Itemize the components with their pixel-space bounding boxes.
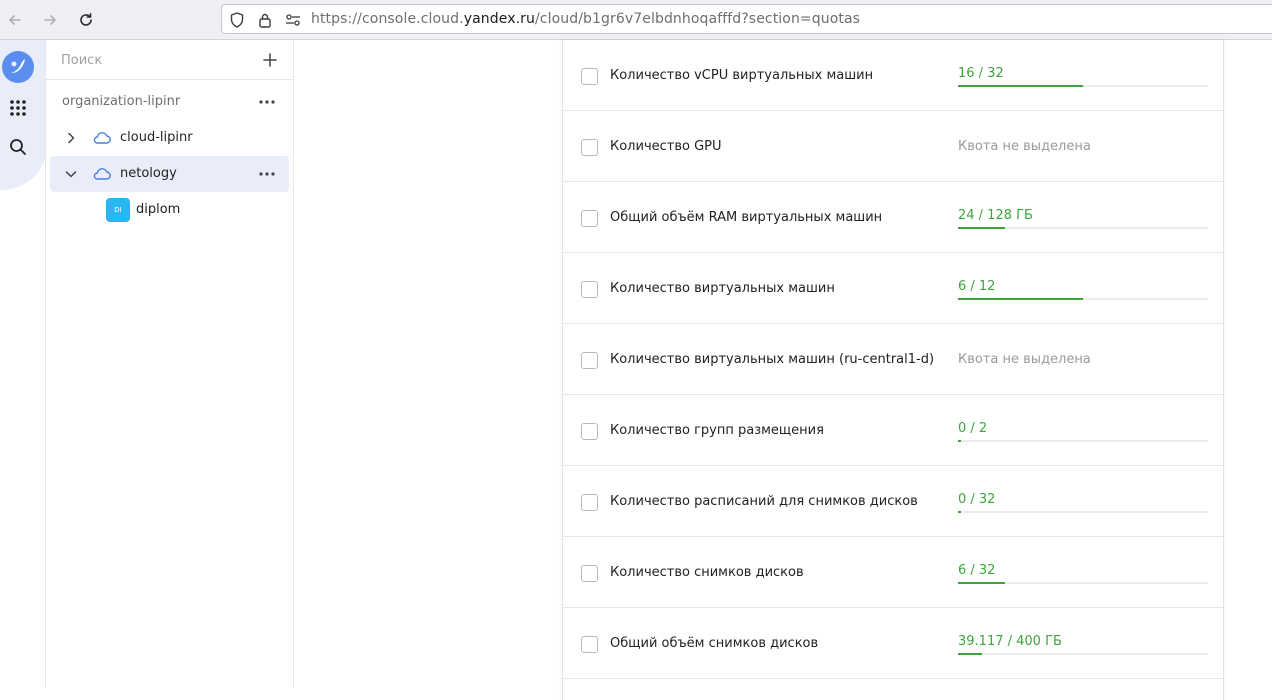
quota-checkbox[interactable] [581,281,598,298]
quota-checkbox[interactable] [581,423,598,440]
quota-row[interactable]: Количество виртуальных машин (ru-central… [563,324,1223,395]
quota-value: 39.117 / 400 ГБ [958,634,1062,649]
quota-name: Количество расписаний для снимков дисков [610,494,918,509]
quota-value: 6 / 32 [958,563,996,578]
quota-checkbox[interactable] [581,565,598,582]
quota-checkbox[interactable] [581,636,598,653]
permissions-icon[interactable] [284,11,302,29]
quota-row[interactable]: Количество расписаний для снимков дисков… [563,466,1223,537]
quota-row[interactable]: Общий объём снимков дисков 39.117 / 400 Г… [563,608,1223,679]
quota-name: Общий объём RAM виртуальных машин [610,210,883,225]
quota-name: Количество виртуальных машин (ru-central… [610,352,935,367]
quota-usage-fill [958,298,1083,300]
quota-checkbox[interactable] [581,494,598,511]
chevron-down-icon[interactable] [63,166,79,182]
quotas-table: Количество vCPU виртуальных машин 16 / 32… [562,40,1224,700]
tree-item-folder-diplom[interactable]: DI diplom [50,192,289,228]
tree-item-organization[interactable]: organization-lipinr [50,84,289,120]
cloud-label: cloud-lipinr [120,130,193,145]
quota-usage-bar [958,298,1208,300]
quota-value: 0 / 32 [958,492,996,507]
tree-search-input[interactable] [61,50,251,70]
quota-checkbox[interactable] [581,352,598,369]
forward-button[interactable] [39,9,61,31]
quota-usage-fill [958,653,983,655]
yandex-cloud-logo[interactable] [2,51,34,83]
quota-name: Количество vCPU виртуальных машин [610,68,874,83]
create-button[interactable] [260,50,280,70]
quota-row[interactable]: Количество GPU Квота не выделена [563,111,1223,182]
url-prefix: https://console.cloud. [311,11,464,27]
cloud-icon [92,129,112,147]
resource-tree: organization-lipinr cloud-lipinr netolog… [46,40,294,688]
folder-label: diplom [136,202,181,217]
shield-icon[interactable] [228,11,246,29]
quotas-page: Количество vCPU виртуальных машин 16 / 32… [294,40,1272,700]
quota-row[interactable]: Количество виртуальных машин 6 / 12 [563,253,1223,324]
quota-usage-fill [958,85,1083,87]
quota-checkbox[interactable] [581,139,598,156]
quota-usage-bar [958,227,1208,229]
quota-name: Количество групп размещения [610,423,824,438]
quota-usage-bar [958,653,1208,655]
url-text[interactable]: https://console.cloud.yandex.ru/cloud/b1… [311,11,860,27]
service-rail [0,40,46,688]
quota-name: Количество виртуальных машин [610,281,835,296]
quota-usage-bar [958,582,1208,584]
quota-checkbox[interactable] [581,210,598,227]
arrow-left-icon [9,15,21,25]
reload-icon [80,13,92,26]
organization-label: organization-lipinr [62,94,181,109]
folder-badge: DI [106,198,130,222]
quota-value: 24 / 128 ГБ [958,208,1033,223]
lock-icon[interactable] [256,11,274,29]
back-button[interactable] [4,9,26,31]
tree-search-bar [46,40,293,80]
url-domain: yandex.ru [463,11,535,27]
url-path: /cloud/b1gr6v7elbdnhoqafffd?section=quot… [534,11,861,27]
quota-row[interactable]: Количество групп размещения 0 / 2 [563,395,1223,466]
plus-icon [263,53,277,67]
browser-toolbar: https://console.cloud.yandex.ru/cloud/b1… [0,0,1272,40]
quota-value: 16 / 32 [958,66,1004,81]
search-icon[interactable] [7,136,29,158]
quota-value: 6 / 12 [958,279,996,294]
more-dots-icon [259,100,275,104]
cloud-logo-icon [11,59,25,74]
quota-usage-bar [958,511,1208,513]
organization-menu-button[interactable] [257,92,277,112]
more-dots-icon [259,172,275,176]
reload-button[interactable] [75,9,97,31]
tree-item-cloud-lipinr[interactable]: cloud-lipinr [50,120,289,156]
quota-name: Количество GPU [610,139,722,154]
quota-checkbox[interactable] [581,68,598,85]
chevron-right-icon[interactable] [63,130,79,146]
quota-usage-fill [958,440,961,442]
quota-row[interactable]: Количество vCPU виртуальных машин 16 / 32 [563,40,1223,111]
quota-value: Квота не выделена [958,139,1091,154]
quota-row[interactable]: Общий объём RAM виртуальных машин 24 / 12… [563,182,1223,253]
quota-usage-fill [958,511,961,513]
quota-usage-bar [958,85,1208,87]
quota-value: 0 / 2 [958,421,988,436]
quota-row[interactable]: Количество снимков дисков 6 / 32 [563,537,1223,608]
quota-usage-fill [958,582,1005,584]
arrow-right-icon [44,15,56,25]
cloud-label: netology [120,166,177,181]
cloud-icon [92,165,112,183]
quota-name: Количество снимков дисков [610,565,804,580]
cloud-menu-button[interactable] [257,164,277,184]
address-bar[interactable]: https://console.cloud.yandex.ru/cloud/b1… [221,4,1272,34]
quota-usage-fill [958,227,1005,229]
quota-value: Квота не выделена [958,352,1091,367]
quota-usage-bar [958,440,1208,442]
tree-item-netology[interactable]: netology [50,156,289,192]
all-services-icon[interactable] [7,97,29,119]
quota-name: Общий объём снимков дисков [610,636,819,651]
